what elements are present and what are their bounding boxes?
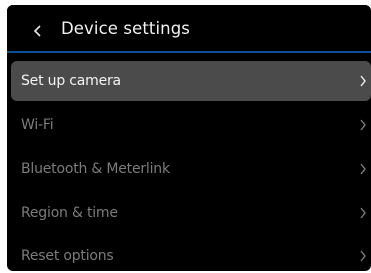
page-title: Device settings — [61, 19, 190, 38]
chevron-left-icon — [33, 24, 43, 37]
menu-item-label: Bluetooth & Meterlink — [21, 161, 170, 177]
back-button[interactable] — [33, 24, 43, 37]
chevron-right-icon — [359, 163, 367, 175]
chevron-right-icon — [359, 119, 367, 131]
menu-item-wifi[interactable]: Wi-Fi — [11, 105, 371, 145]
device-settings-screen: Device settings Set up camera Wi-Fi Blue… — [7, 5, 371, 271]
chevron-right-icon — [359, 207, 367, 219]
menu-item-label: Wi-Fi — [21, 117, 54, 133]
menu-item-label: Region & time — [21, 205, 118, 221]
header-bar: Device settings — [7, 5, 371, 52]
menu-item-label: Reset options — [21, 248, 114, 264]
settings-list: Set up camera Wi-Fi Bluetooth & Meterlin… — [7, 53, 371, 271]
menu-item-reset-options[interactable]: Reset options — [11, 236, 371, 271]
menu-item-label: Set up camera — [21, 73, 121, 89]
chevron-right-icon — [359, 75, 367, 87]
chevron-right-icon — [359, 250, 367, 262]
menu-item-region-time[interactable]: Region & time — [11, 193, 371, 233]
menu-item-bluetooth-meterlink[interactable]: Bluetooth & Meterlink — [11, 149, 371, 189]
menu-item-set-up-camera[interactable]: Set up camera — [11, 61, 371, 101]
